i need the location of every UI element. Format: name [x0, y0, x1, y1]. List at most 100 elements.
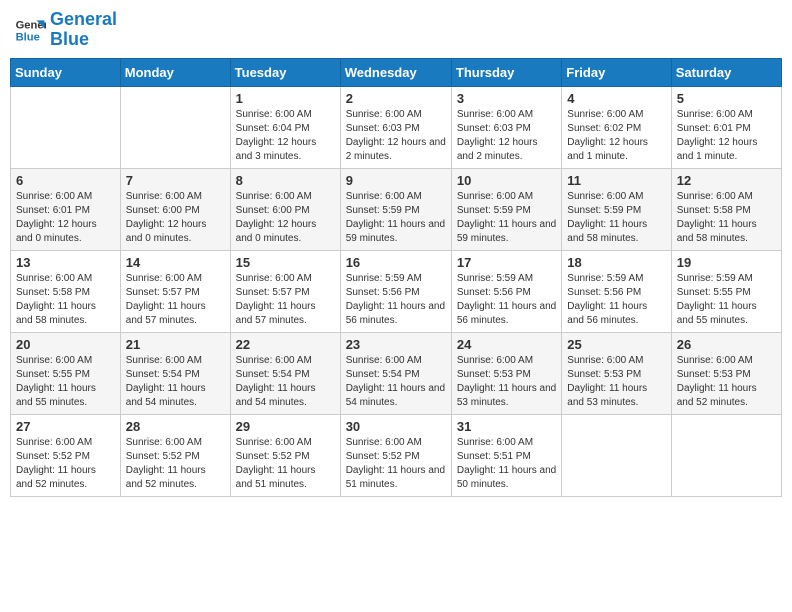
calendar-cell: 29 Sunrise: 6:00 AM Sunset: 5:52 PM Dayli…: [230, 414, 340, 496]
calendar-cell: 12 Sunrise: 6:00 AM Sunset: 5:58 PM Dayli…: [671, 168, 781, 250]
calendar-cell: 18 Sunrise: 5:59 AM Sunset: 5:56 PM Dayli…: [562, 250, 671, 332]
calendar-cell: 10Sunrise: 6:00 AM Sunset: 5:59 PM Dayli…: [451, 168, 561, 250]
day-info: Sunrise: 5:59 AM Sunset: 5:55 PM Dayligh…: [677, 272, 776, 328]
calendar-cell: 3 Sunrise: 6:00 AM Sunset: 6:03 PM Daylig…: [451, 86, 561, 168]
day-number: 22: [236, 337, 335, 352]
day-number: 2: [346, 91, 446, 106]
day-number: 13: [16, 255, 115, 270]
calendar-cell: 16 Sunrise: 5:59 AM Sunset: 5:56 PM Dayli…: [340, 250, 451, 332]
day-info: Sunrise: 6:00 AM Sunset: 5:52 PM Dayligh…: [236, 436, 335, 492]
calendar-cell: 28Sunrise: 6:00 AM Sunset: 5:52 PM Dayli…: [120, 414, 230, 496]
day-info: Sunrise: 6:00 AM Sunset: 5:51 PM Dayligh…: [457, 436, 556, 492]
calendar-cell: 7 Sunrise: 6:00 AM Sunset: 6:00 PM Daylig…: [120, 168, 230, 250]
day-number: 19: [677, 255, 776, 270]
day-number: 4: [567, 91, 665, 106]
calendar-cell: 22 Sunrise: 6:00 AM Sunset: 5:54 PM Dayli…: [230, 332, 340, 414]
day-number: 17: [457, 255, 556, 270]
day-info: Sunrise: 6:00 AM Sunset: 5:54 PM Dayligh…: [236, 354, 335, 410]
calendar-table: SundayMondayTuesdayWednesdayThursdayFrid…: [10, 58, 782, 497]
calendar-cell: 14Sunrise: 6:00 AM Sunset: 5:57 PM Dayli…: [120, 250, 230, 332]
calendar-cell: 15Sunrise: 6:00 AM Sunset: 5:57 PM Dayli…: [230, 250, 340, 332]
day-number: 6: [16, 173, 115, 188]
calendar-cell: [562, 414, 671, 496]
day-info: Sunrise: 6:00 AM Sunset: 5:52 PM Dayligh…: [346, 436, 446, 492]
day-number: 31: [457, 419, 556, 434]
svg-text:Blue: Blue: [16, 31, 40, 43]
calendar-week-row: 27 Sunrise: 6:00 AM Sunset: 5:52 PM Dayli…: [11, 414, 782, 496]
day-number: 8: [236, 173, 335, 188]
day-info: Sunrise: 6:00 AM Sunset: 6:00 PM Dayligh…: [236, 190, 335, 246]
logo-text-line2: Blue: [50, 30, 117, 50]
day-info: Sunrise: 6:00 AM Sunset: 5:58 PM Dayligh…: [16, 272, 115, 328]
day-info: Sunrise: 6:00 AM Sunset: 5:57 PM Dayligh…: [126, 272, 225, 328]
day-number: 29: [236, 419, 335, 434]
calendar-body: 1Sunrise: 6:00 AM Sunset: 6:04 PM Daylig…: [11, 86, 782, 496]
logo-icon: General Blue: [14, 14, 46, 46]
calendar-cell: [671, 414, 781, 496]
day-number: 3: [457, 91, 556, 106]
calendar-cell: [11, 86, 121, 168]
calendar-cell: 5 Sunrise: 6:00 AM Sunset: 6:01 PM Daylig…: [671, 86, 781, 168]
calendar-week-row: 13 Sunrise: 6:00 AM Sunset: 5:58 PM Dayli…: [11, 250, 782, 332]
calendar-cell: 30 Sunrise: 6:00 AM Sunset: 5:52 PM Dayli…: [340, 414, 451, 496]
weekday-header: Thursday: [451, 58, 561, 86]
day-info: Sunrise: 6:00 AM Sunset: 6:03 PM Dayligh…: [346, 108, 446, 164]
calendar-cell: 13 Sunrise: 6:00 AM Sunset: 5:58 PM Dayli…: [11, 250, 121, 332]
day-info: Sunrise: 6:00 AM Sunset: 5:54 PM Dayligh…: [126, 354, 225, 410]
calendar-cell: 23 Sunrise: 6:00 AM Sunset: 5:54 PM Dayli…: [340, 332, 451, 414]
day-number: 10: [457, 173, 556, 188]
day-info: Sunrise: 5:59 AM Sunset: 5:56 PM Dayligh…: [457, 272, 556, 328]
day-info: Sunrise: 6:00 AM Sunset: 5:53 PM Dayligh…: [677, 354, 776, 410]
calendar-cell: [120, 86, 230, 168]
calendar-cell: 27 Sunrise: 6:00 AM Sunset: 5:52 PM Dayli…: [11, 414, 121, 496]
calendar-cell: 24Sunrise: 6:00 AM Sunset: 5:53 PM Dayli…: [451, 332, 561, 414]
day-number: 23: [346, 337, 446, 352]
day-number: 12: [677, 173, 776, 188]
day-number: 27: [16, 419, 115, 434]
calendar-cell: 25 Sunrise: 6:00 AM Sunset: 5:53 PM Dayli…: [562, 332, 671, 414]
weekday-header: Friday: [562, 58, 671, 86]
calendar-week-row: 1Sunrise: 6:00 AM Sunset: 6:04 PM Daylig…: [11, 86, 782, 168]
day-info: Sunrise: 6:00 AM Sunset: 6:04 PM Dayligh…: [236, 108, 335, 164]
day-number: 21: [126, 337, 225, 352]
day-info: Sunrise: 6:00 AM Sunset: 5:53 PM Dayligh…: [567, 354, 665, 410]
calendar-week-row: 6Sunrise: 6:00 AM Sunset: 6:01 PM Daylig…: [11, 168, 782, 250]
day-info: Sunrise: 5:59 AM Sunset: 5:56 PM Dayligh…: [567, 272, 665, 328]
page-header: General Blue General Blue: [10, 10, 782, 50]
logo-text-line1: General: [50, 10, 117, 30]
day-info: Sunrise: 6:00 AM Sunset: 6:03 PM Dayligh…: [457, 108, 556, 164]
calendar-cell: 4Sunrise: 6:00 AM Sunset: 6:02 PM Daylig…: [562, 86, 671, 168]
day-number: 25: [567, 337, 665, 352]
calendar-cell: 9Sunrise: 6:00 AM Sunset: 5:59 PM Daylig…: [340, 168, 451, 250]
calendar-cell: 8 Sunrise: 6:00 AM Sunset: 6:00 PM Daylig…: [230, 168, 340, 250]
calendar-cell: 11Sunrise: 6:00 AM Sunset: 5:59 PM Dayli…: [562, 168, 671, 250]
day-info: Sunrise: 6:00 AM Sunset: 6:00 PM Dayligh…: [126, 190, 225, 246]
day-info: Sunrise: 6:00 AM Sunset: 5:58 PM Dayligh…: [677, 190, 776, 246]
weekday-header: Wednesday: [340, 58, 451, 86]
calendar-week-row: 20Sunrise: 6:00 AM Sunset: 5:55 PM Dayli…: [11, 332, 782, 414]
calendar-cell: 20Sunrise: 6:00 AM Sunset: 5:55 PM Dayli…: [11, 332, 121, 414]
weekday-header: Tuesday: [230, 58, 340, 86]
day-info: Sunrise: 6:00 AM Sunset: 5:52 PM Dayligh…: [16, 436, 115, 492]
day-info: Sunrise: 6:00 AM Sunset: 5:54 PM Dayligh…: [346, 354, 446, 410]
day-number: 20: [16, 337, 115, 352]
day-number: 7: [126, 173, 225, 188]
day-info: Sunrise: 6:00 AM Sunset: 5:52 PM Dayligh…: [126, 436, 225, 492]
day-info: Sunrise: 5:59 AM Sunset: 5:56 PM Dayligh…: [346, 272, 446, 328]
header-row: SundayMondayTuesdayWednesdayThursdayFrid…: [11, 58, 782, 86]
day-info: Sunrise: 6:00 AM Sunset: 6:01 PM Dayligh…: [677, 108, 776, 164]
day-number: 16: [346, 255, 446, 270]
calendar-header: SundayMondayTuesdayWednesdayThursdayFrid…: [11, 58, 782, 86]
day-number: 18: [567, 255, 665, 270]
weekday-header: Sunday: [11, 58, 121, 86]
day-number: 26: [677, 337, 776, 352]
calendar-cell: 19 Sunrise: 5:59 AM Sunset: 5:55 PM Dayli…: [671, 250, 781, 332]
day-info: Sunrise: 6:00 AM Sunset: 5:59 PM Dayligh…: [567, 190, 665, 246]
weekday-header: Monday: [120, 58, 230, 86]
day-number: 5: [677, 91, 776, 106]
calendar-cell: 17 Sunrise: 5:59 AM Sunset: 5:56 PM Dayli…: [451, 250, 561, 332]
weekday-header: Saturday: [671, 58, 781, 86]
day-number: 30: [346, 419, 446, 434]
calendar-cell: 21 Sunrise: 6:00 AM Sunset: 5:54 PM Dayli…: [120, 332, 230, 414]
day-number: 15: [236, 255, 335, 270]
